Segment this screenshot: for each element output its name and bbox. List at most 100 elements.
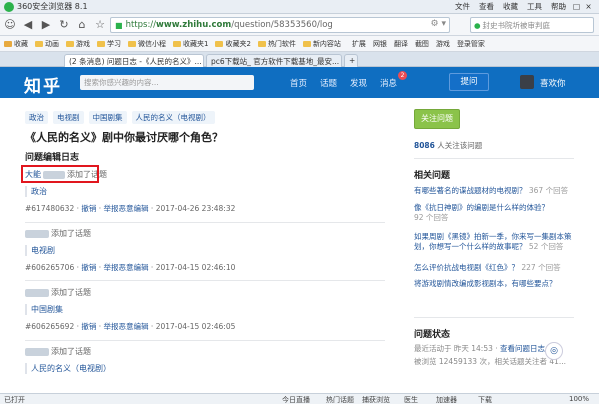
nav-home[interactable]: 首页 [290,77,307,89]
topic-tag[interactable]: 人民的名义（电视剧） [131,111,215,124]
log-meta: #617480632 · 撤销 · 举报恶意编辑 · 2017-04-26 23… [25,204,236,213]
bookmark-item[interactable]: 动画 [35,39,59,49]
main-content: 政治 电视剧 中国剧集 人民的名义（电视剧） 《人民的名义》剧中你最讨厌哪个角色… [0,98,599,393]
log-user-line: 添加了话题 [25,228,385,239]
report-link[interactable]: 举报恶意编辑 [104,204,149,213]
log-action: 添加了话题 [51,288,91,297]
new-tab-button[interactable]: + [344,54,358,67]
topic-tag[interactable]: 政治 [25,111,48,124]
folder-icon [257,40,266,47]
maximize-icon[interactable]: □ [571,1,582,12]
bookmark-item[interactable]: 新内容站 [302,39,341,49]
zhihu-logo[interactable]: 知乎 [24,72,62,97]
status-live[interactable]: 今日直播 [282,395,310,404]
related-question[interactable]: 像《抗日神剧》的编剧是什么样的体验？ 92 个回答 [414,203,574,223]
toolbar-login-manager[interactable]: 登录管家 [457,39,485,49]
address-bar-actions-icon[interactable]: ⚙ ▾ [431,19,446,29]
menu-favorites[interactable]: 收藏 [503,1,518,12]
username[interactable]: 喜欢你 [540,77,566,89]
status-accelerator[interactable]: 加速器 [436,395,457,404]
log-user-line: 添加了话题 [25,346,385,357]
bookmarks-bar: 收藏 动画 游戏 学习 微信小程 收藏夹1 收藏夹2 热门软件 新内容站 扩展 … [0,36,599,52]
folder-icon [215,40,224,47]
home-icon[interactable]: ⌂ [74,17,90,33]
bookmark-item[interactable]: 收藏 [4,39,28,49]
log-topic[interactable]: 中国剧集 [25,304,63,315]
close-icon[interactable]: × [583,1,594,12]
folder-icon [128,40,136,47]
bookmark-item[interactable]: 收藏夹2 [215,39,251,49]
toolbar-screenshot[interactable]: 截图 [415,39,429,49]
minimize-icon[interactable]: – [559,1,570,12]
ask-button[interactable]: 提问 [449,73,489,91]
refresh-icon[interactable]: ↻ [56,17,72,33]
nav-messages[interactable]: 消息 [380,77,397,89]
menu-tools[interactable]: 工具 [527,1,542,12]
menu-view[interactable]: 查看 [479,1,494,12]
bookmark-item[interactable]: 热门软件 [257,39,296,49]
toolbar-extensions[interactable]: 扩展 [352,39,366,49]
zhihu-search-input[interactable]: 搜索你感兴趣的内容... [80,75,254,90]
tab-question-log[interactable]: (2 条消息) 问题日志 -《人民的名义》... [64,54,204,67]
revoke-link[interactable]: 撤销 [81,204,96,213]
status-doctor[interactable]: 医生 [404,395,418,404]
related-question[interactable]: 将游戏剧情改编成影视剧本，有哪些要点？ [414,279,574,289]
follow-question-button[interactable]: 关注问题 [414,109,460,129]
view-log-link[interactable]: 查看问题日志 [500,344,545,353]
bookmark-item[interactable]: 微信小程 [128,39,166,49]
back-icon[interactable]: ◀ [20,17,36,33]
log-topic[interactable]: 政治 [25,186,47,197]
topic-tags: 政治 电视剧 中国剧集 人民的名义（电视剧） [25,111,220,124]
user-avatar[interactable] [520,75,534,89]
divider [25,340,385,341]
star-icon[interactable]: ☆ [92,17,108,33]
blurred-username [25,229,49,238]
log-entry: 添加了话题 电视剧 #606265706 · 撤销 · 举报恶意编辑 · 201… [25,228,385,273]
related-heading: 相关问题 [414,171,451,181]
address-bar[interactable]: ■ https:// www.zhihu.com /question/58353… [110,17,450,33]
zoom-level[interactable]: 100% [569,395,589,403]
bookmark-item[interactable]: 学习 [97,39,121,49]
report-link[interactable]: 举报恶意编辑 [104,322,149,331]
user-avatar-icon[interactable]: ☺ [2,17,18,33]
revoke-link[interactable]: 撤销 [81,263,96,272]
toolbar-games[interactable]: 游戏 [436,39,450,49]
forward-icon[interactable]: ▶ [38,17,54,33]
menu-file[interactable]: 文件 [455,1,470,12]
log-entry: 添加了话题 人民的名义（电视剧） [25,346,385,374]
tab-strip: (2 条消息) 问题日志 -《人民的名义》... pc6下载站_ 官方软件下载基… [0,52,599,67]
feedback-icon[interactable]: ◎ [545,342,563,360]
browser-navbar: ☺ ◀ ▶ ↻ ⌂ ☆ ■ https:// www.zhihu.com /qu… [0,14,599,36]
nav-topics[interactable]: 话题 [320,77,337,89]
search-engine-icon: ● [474,20,481,30]
revoke-link[interactable]: 撤销 [81,322,96,331]
status-hot[interactable]: 热门话题 [326,395,354,404]
window-controls: – □ × [559,1,594,12]
bookmark-item[interactable]: 收藏夹1 [173,39,208,49]
log-topic[interactable]: 电视剧 [25,245,55,256]
log-time: 2017-04-26 23:48:32 [155,204,236,213]
nav-discover[interactable]: 发现 [350,77,367,89]
related-question[interactable]: 有哪些著名的谍战题材的电视剧？ 367 个回答 [414,186,574,196]
browser-statusbar: 已打开 今日直播 热门话题 捕获浏览 医生 加速器 下载 100% [0,393,599,404]
status-download[interactable]: 下载 [478,395,492,404]
log-topic[interactable]: 人民的名义（电视剧） [25,363,111,374]
report-link[interactable]: 举报恶意编辑 [104,263,149,272]
toolbar-bank[interactable]: 网银 [373,39,387,49]
log-action: 添加了话题 [51,229,91,238]
blurred-username [25,347,49,356]
topic-tag[interactable]: 中国剧集 [88,111,127,124]
browser-search-box[interactable]: ● 封史书院圻被审判庭 [470,17,594,33]
url-path: /question/58353560/log [231,20,333,30]
tab-pc6[interactable]: pc6下载站_ 官方软件下载基地_最安... [206,54,342,67]
status-capture[interactable]: 捕获浏览 [362,395,390,404]
related-question[interactable]: 如果周剧《黑镜》拍新一季，你来写一集剧本策划，你想写一个什么样的故事呢？ 52 … [414,232,574,252]
related-question[interactable]: 怎么评价抗战电视剧《红色》？ 227 个回答 [414,263,574,273]
log-user-line: 添加了话题 [25,287,385,298]
question-title[interactable]: 《人民的名义》剧中你最讨厌哪个角色？ [25,129,223,145]
url-host: www.zhihu.com [156,20,232,30]
topic-tag[interactable]: 电视剧 [53,111,84,124]
log-time: 2017-04-15 02:46:05 [155,322,236,331]
toolbar-translate[interactable]: 翻译 [394,39,408,49]
bookmark-item[interactable]: 游戏 [66,39,90,49]
